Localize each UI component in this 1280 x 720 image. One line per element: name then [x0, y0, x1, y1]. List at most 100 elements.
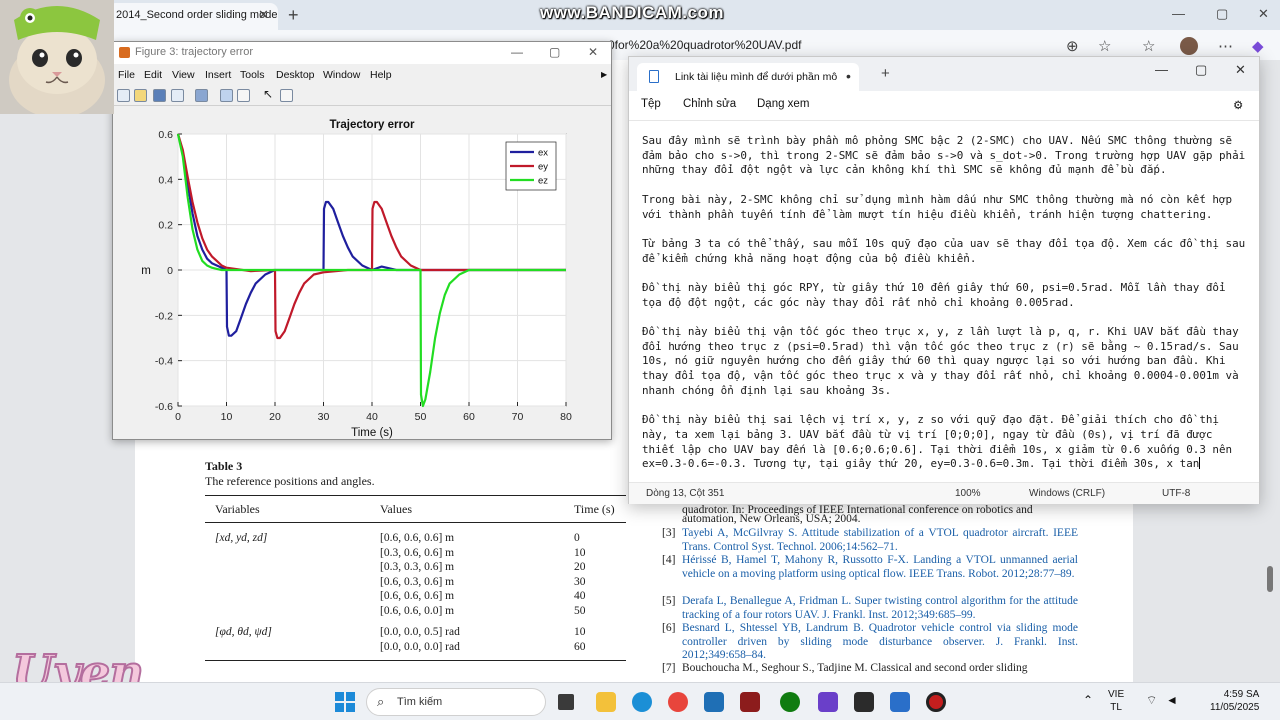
table-cell: [0.6, 0.6, 0.6] m	[380, 532, 455, 544]
property-editor-icon[interactable]	[280, 89, 293, 102]
legend-label-ex: ex	[538, 148, 548, 159]
minimize-icon[interactable]: —	[511, 45, 523, 59]
menubar-arrow-icon[interactable]: ▶	[601, 70, 607, 79]
table-position-times: 0 10 20 30 40 50	[574, 531, 586, 618]
table-position-values: [0.6, 0.6, 0.6] m [0.3, 0.6, 0.6] m [0.3…	[380, 531, 454, 618]
close-window-icon[interactable]: ✕	[1258, 6, 1269, 22]
notepad-tab-title: Link tài liệu mình để dưới phần mô	[675, 71, 838, 83]
unsaved-dot-icon[interactable]: •	[846, 68, 851, 84]
menu-file[interactable]: File	[118, 69, 135, 81]
zoom-icon[interactable]: ⊕	[1066, 37, 1079, 55]
media-icon[interactable]	[854, 692, 874, 712]
chrome-icon[interactable]	[668, 692, 688, 712]
table-angle-times: 10 60	[574, 625, 586, 654]
task-view-icon[interactable]	[558, 694, 574, 710]
matlab-taskbar-icon[interactable]	[740, 692, 760, 712]
close-icon[interactable]: ✕	[588, 45, 598, 59]
maximize-icon[interactable]: ▢	[1195, 62, 1207, 78]
reference-number: [7]	[662, 662, 676, 674]
new-tab-icon[interactable]: +	[881, 65, 890, 82]
notepad-tabbar: Link tài liệu mình để dưới phần mô • + —…	[629, 57, 1259, 91]
favorite-star-icon[interactable]: ☆	[1098, 37, 1111, 55]
menu-edit[interactable]: Chỉnh sửa	[683, 98, 736, 110]
scrollbar-thumb[interactable]	[1267, 566, 1273, 592]
link-plot-icon[interactable]	[195, 89, 208, 102]
x-tick-label: 70	[512, 411, 524, 423]
table-cell: [0.3, 0.6, 0.6] m	[380, 546, 455, 559]
notepad-menubar: Tệp Chỉnh sửa Dạng xem ⚙	[629, 91, 1259, 121]
table-rule-top	[205, 495, 626, 496]
legend-label-ez: ez	[538, 176, 548, 187]
notepad-window[interactable]: Link tài liệu mình để dưới phần mô • + —…	[628, 56, 1260, 504]
browser-tab[interactable]: 2014_Second order sliding mode	[108, 3, 278, 30]
url-text[interactable]: 0for%20a%20quadrotor%20UAV.pdf	[608, 38, 801, 52]
menu-file[interactable]: Tệp	[641, 98, 661, 110]
file-explorer-icon[interactable]	[596, 692, 616, 712]
y-tick-label: 0.2	[158, 220, 173, 232]
reference-link[interactable]: Derafa L, Benallegue A, Fridman L. Super…	[682, 595, 1078, 622]
copilot-icon[interactable]: ◆	[1252, 37, 1264, 55]
menu-tools[interactable]: Tools	[240, 69, 265, 81]
table-cell: [0.6, 0.6, 0.0] m	[380, 604, 455, 617]
edge-icon[interactable]	[632, 692, 652, 712]
tray-expand-icon[interactable]: ⌃	[1083, 694, 1093, 707]
favorites-icon[interactable]: ☆	[1142, 37, 1155, 55]
settings-gear-icon[interactable]: ⚙	[1233, 98, 1243, 112]
new-tab-icon[interactable]: +	[288, 5, 299, 26]
notepad-tab[interactable]: Link tài liệu mình để dưới phần mô •	[637, 63, 859, 91]
reference-link[interactable]: Besnard L, Shtessel YB, Landrum B. Quadr…	[682, 622, 1078, 663]
figure-titlebar[interactable]: Figure 3: trajectory error — ▢ ✕	[113, 42, 611, 64]
volume-icon[interactable]: ◄	[1166, 694, 1178, 707]
notepad-taskbar-icon[interactable]	[890, 692, 910, 712]
app-icon[interactable]	[818, 692, 838, 712]
x-tick-label: 40	[366, 411, 378, 423]
table-cell: 30	[574, 575, 586, 588]
menu-view[interactable]: View	[172, 69, 195, 81]
recording-watermark: www.BANDICAM.com	[540, 3, 724, 22]
text-paragraph: Từ bảng 3 ta có thể thấy, sau mỗi 10s qu…	[642, 236, 1246, 265]
reference-number: [5]	[662, 595, 676, 607]
legend-icon[interactable]	[237, 89, 250, 102]
figure-menubar: File Edit View Insert Tools Desktop Wind…	[113, 66, 611, 84]
minimize-icon[interactable]: —	[1172, 6, 1185, 21]
matlab-figure-window[interactable]: Figure 3: trajectory error — ▢ ✕ File Ed…	[112, 41, 612, 440]
y-tick-label: -0.4	[155, 356, 173, 368]
reference-link[interactable]: Tayebi A, McGilvray S. Attitude stabiliz…	[682, 527, 1078, 554]
open-file-icon[interactable]	[134, 89, 147, 102]
reference-link[interactable]: Hérissé B, Hamel T, Mahony R, Russotto F…	[682, 554, 1078, 581]
zalo-icon[interactable]	[704, 692, 724, 712]
menu-help[interactable]: Help	[370, 69, 392, 81]
cursor-icon[interactable]: ↖	[263, 87, 276, 101]
new-figure-icon[interactable]	[117, 89, 130, 102]
menu-view[interactable]: Dạng xem	[757, 98, 809, 110]
notepad-text-area[interactable]: Sau đây mình sẽ trình bày phần mô phỏng …	[642, 134, 1247, 474]
print-icon[interactable]	[171, 89, 184, 102]
maximize-icon[interactable]: ▢	[1216, 6, 1228, 22]
reference-continuation: automation, New Orleans, USA; 2004.	[682, 513, 861, 525]
bandicam-taskbar-icon[interactable]	[926, 692, 946, 712]
maximize-icon[interactable]: ▢	[549, 45, 560, 59]
taskbar-search[interactable]: ⌕ Tìm kiếm	[366, 688, 546, 716]
windows-start-icon[interactable]	[335, 692, 355, 712]
minimize-icon[interactable]: —	[1155, 62, 1168, 77]
x-tick-label: 10	[221, 411, 233, 423]
menu-edit[interactable]: Edit	[144, 69, 162, 81]
figure-canvas: 0 10 20 30 40 50 60 70 80 0.6 0.4 0.2 0 -0.2 -0.4 -0.6 T…	[113, 108, 611, 439]
colorbar-icon[interactable]	[220, 89, 233, 102]
close-tab-icon[interactable]: ✕	[258, 7, 269, 23]
x-tick-label: 20	[269, 411, 281, 423]
language-indicator[interactable]: VIE TL	[1108, 688, 1124, 714]
zoom-level: 100%	[955, 488, 981, 499]
xbox-icon[interactable]	[780, 692, 800, 712]
menu-desktop[interactable]: Desktop	[276, 69, 315, 81]
menu-insert[interactable]: Insert	[205, 69, 231, 81]
table-cell: 50	[574, 604, 586, 617]
more-menu-icon[interactable]: ⋯	[1218, 37, 1233, 55]
network-icon[interactable]: ⌔	[1146, 694, 1157, 707]
profile-avatar[interactable]	[1180, 37, 1198, 55]
table-header-variables: Variables	[215, 502, 260, 516]
clock[interactable]: 4:59 SA 11/05/2025	[1210, 688, 1259, 714]
close-icon[interactable]: ✕	[1235, 62, 1246, 78]
menu-window[interactable]: Window	[323, 69, 360, 81]
save-icon[interactable]	[153, 89, 166, 102]
